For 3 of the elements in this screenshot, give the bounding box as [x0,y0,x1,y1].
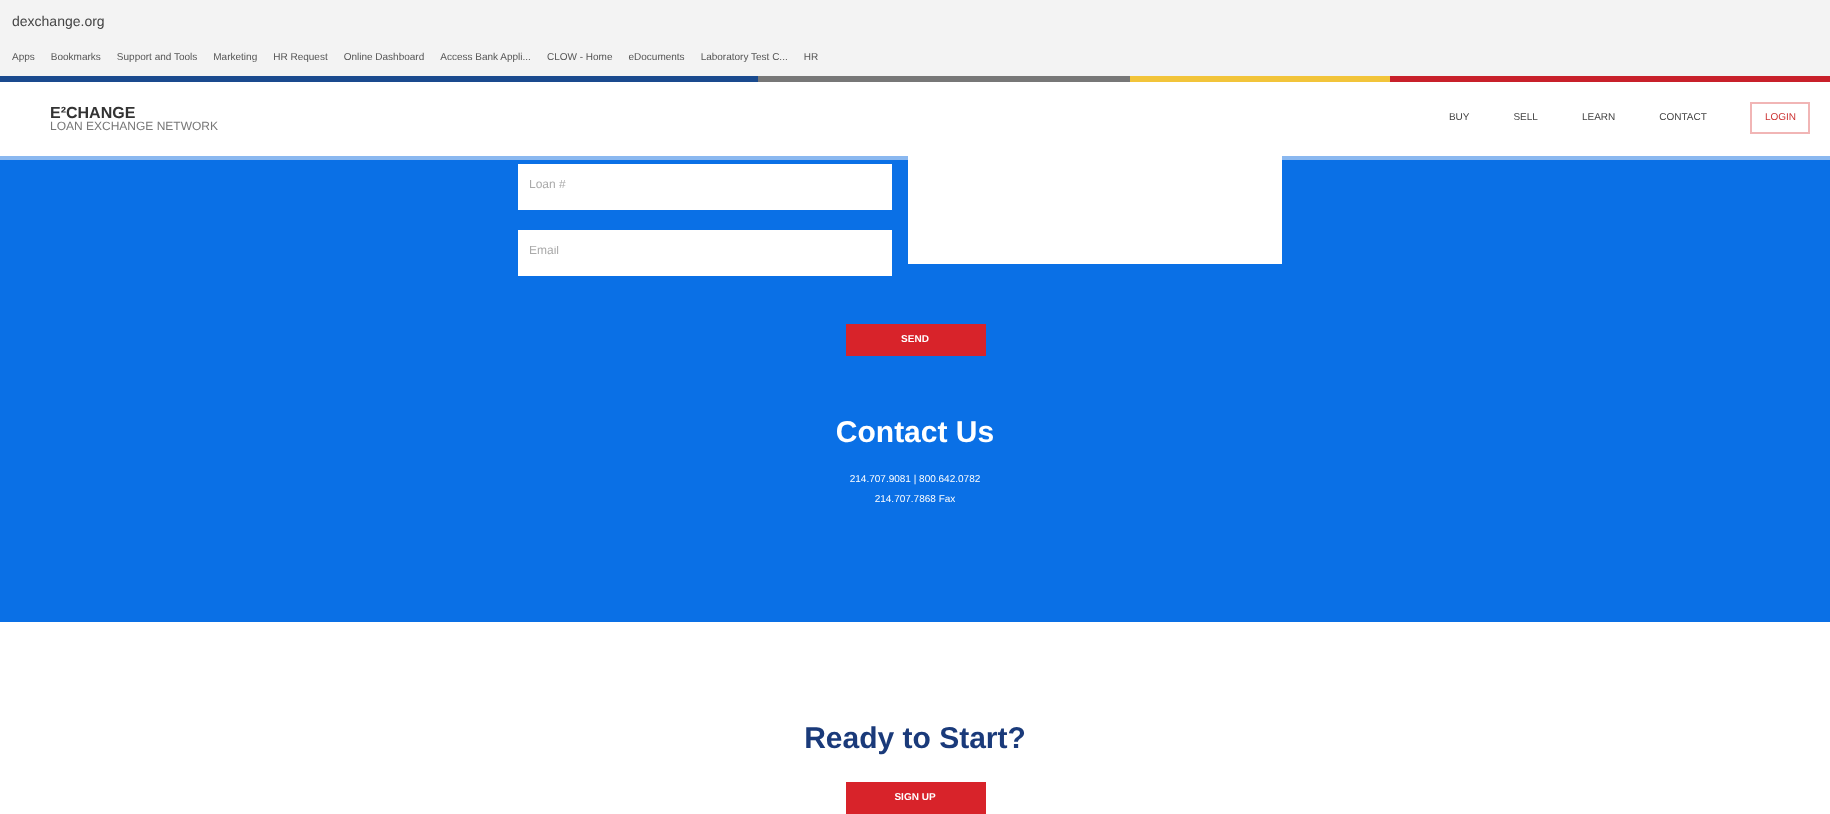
site-logo[interactable]: E²CHANGE [50,103,219,122]
section-title: Contact Us [835,415,995,450]
section-title: Ready to Start? [804,722,1026,756]
